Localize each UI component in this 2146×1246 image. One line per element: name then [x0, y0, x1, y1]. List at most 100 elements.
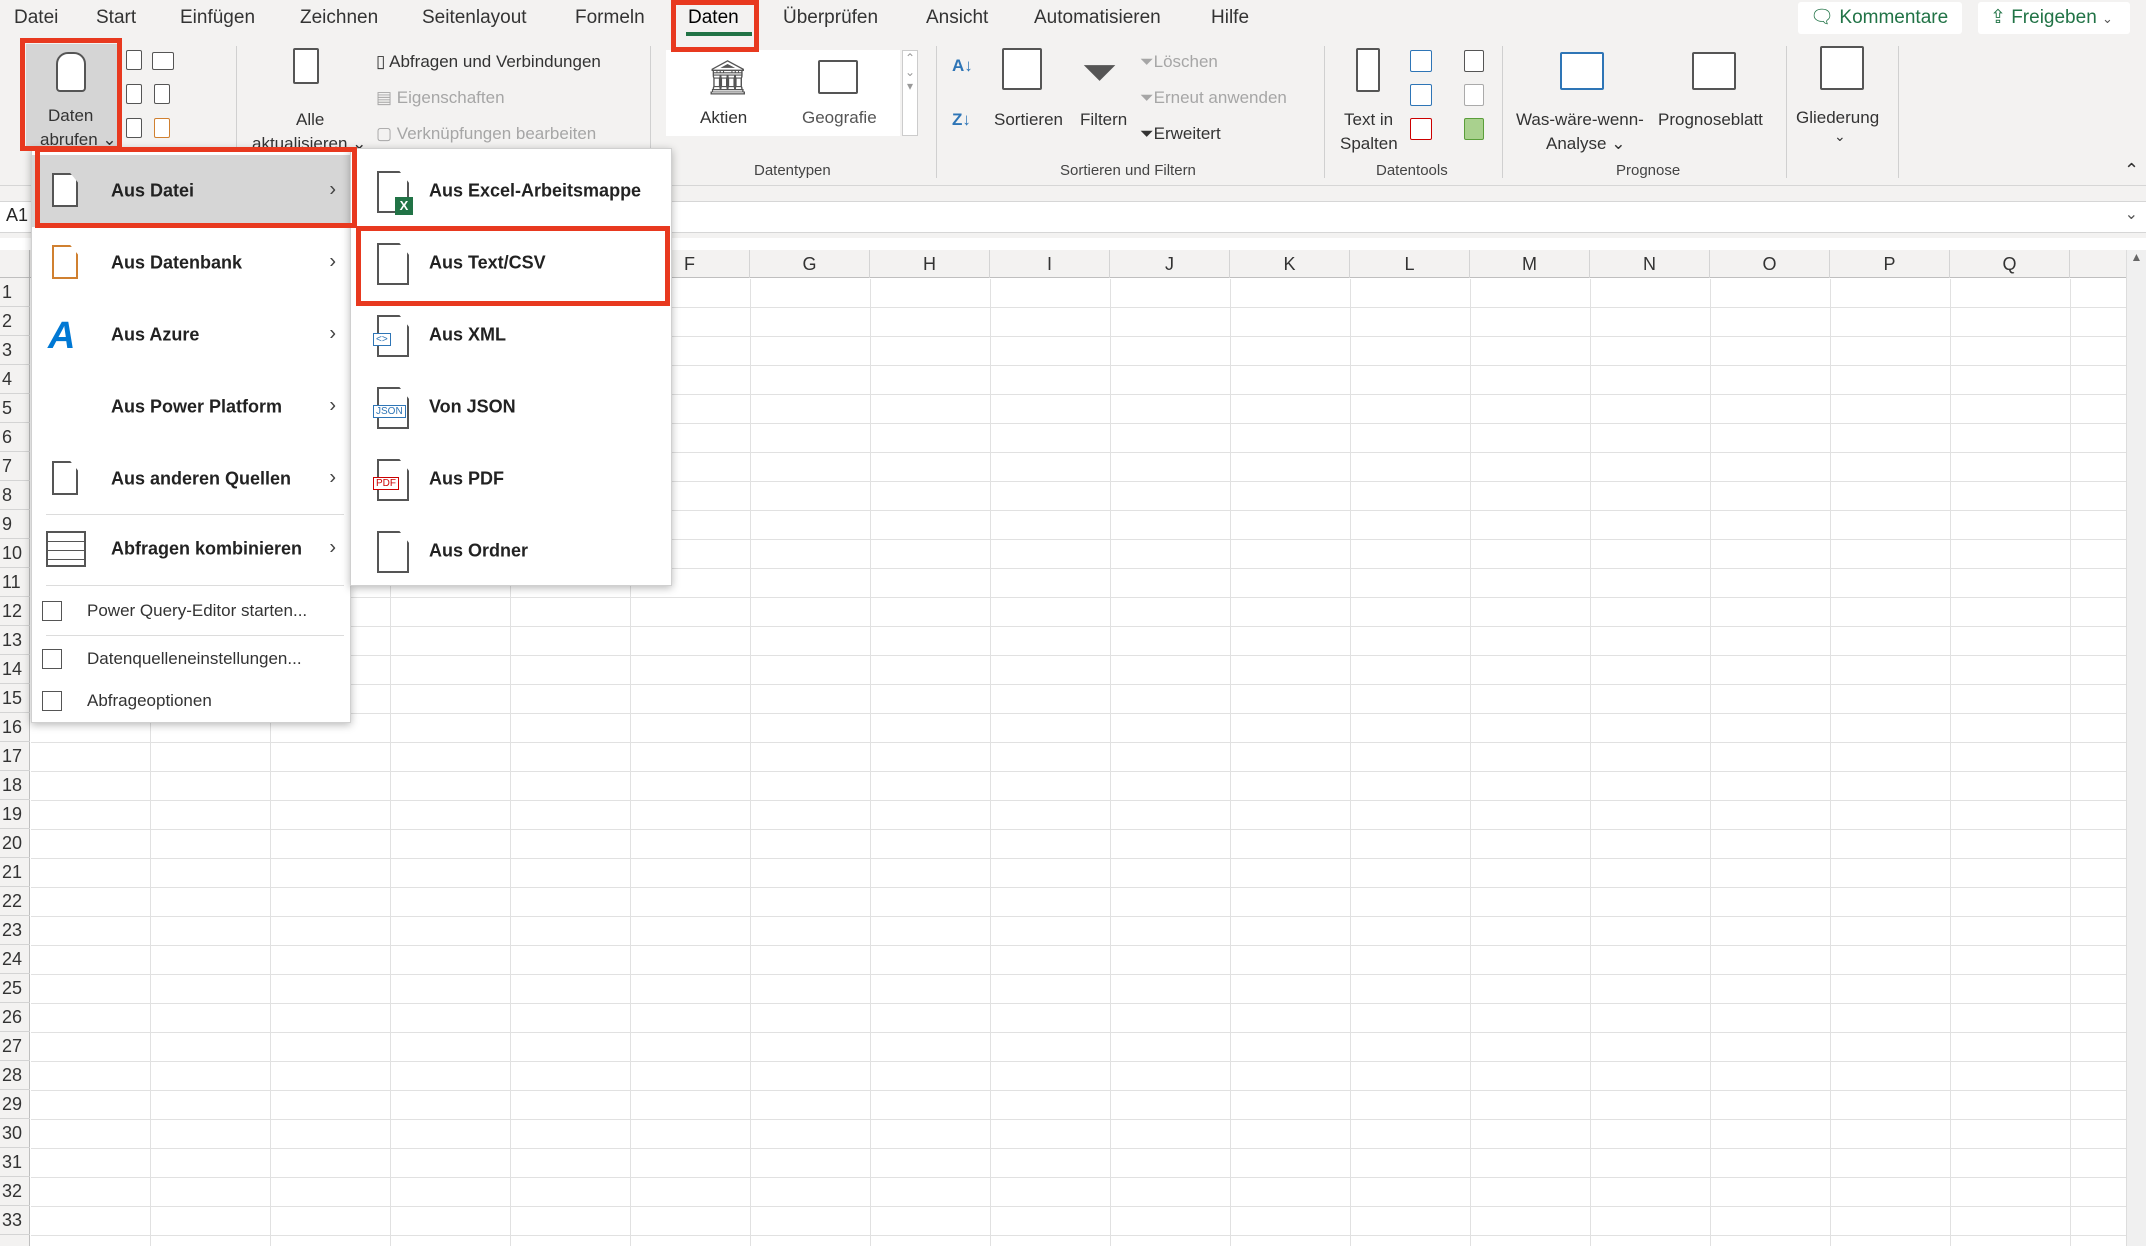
properties-button[interactable]: ▤ Eigenschaften [376, 88, 505, 108]
row-header[interactable]: 21 [0, 858, 30, 887]
submenu-item-folder[interactable]: Aus Ordner [351, 515, 671, 587]
menu-command-query-options[interactable]: Abfrageoptionen [32, 681, 350, 721]
refresh-all-button[interactable]: Alle aktualisieren ⌄ [250, 48, 370, 153]
row-header[interactable]: 14 [0, 655, 30, 684]
from-table-icon[interactable] [126, 118, 142, 138]
row-header[interactable]: 29 [0, 1090, 30, 1119]
submenu-item-pdf-file[interactable]: PDF Aus PDF [351, 443, 671, 515]
queries-connections-button[interactable]: ▯ Abfragen und Verbindungen [376, 52, 601, 72]
tab-seitenlayout[interactable]: Seitenlayout [422, 7, 527, 29]
row-header[interactable]: 11 [0, 568, 30, 597]
submenu-item-text-file[interactable]: Aus Text/CSV [351, 227, 671, 299]
row-header[interactable]: 31 [0, 1148, 30, 1177]
column-header[interactable]: I [990, 250, 1110, 278]
recent-sources-icon[interactable] [126, 84, 142, 104]
row-header[interactable]: 20 [0, 829, 30, 858]
tab-ansicht[interactable]: Ansicht [926, 7, 988, 29]
row-header[interactable]: 5 [0, 394, 30, 423]
geography-button[interactable]: Geografie [788, 56, 888, 132]
text-to-columns-button[interactable]: Text in Spalten [1336, 48, 1406, 153]
column-header[interactable]: H [870, 250, 990, 278]
remove-duplicates-icon[interactable] [1410, 84, 1432, 106]
row-header[interactable]: 26 [0, 1003, 30, 1032]
sort-az-button[interactable]: A↓ [952, 56, 973, 76]
column-header[interactable]: Q [1950, 250, 2070, 278]
advanced-filter-button[interactable]: ⏷Erweitert [1140, 124, 1221, 144]
menu-item-abfragen-kombinieren[interactable]: Abfragen kombinieren › [32, 517, 350, 581]
tab-start[interactable]: Start [96, 7, 136, 29]
edit-links-button[interactable]: ▢ Verknüpfungen bearbeiten [376, 124, 596, 144]
column-header[interactable]: L [1350, 250, 1470, 278]
row-header[interactable]: 2 [0, 307, 30, 336]
vertical-scrollbar[interactable]: ▲ [2126, 250, 2146, 1246]
name-box[interactable]: A1 [6, 205, 28, 226]
row-header[interactable]: 24 [0, 945, 30, 974]
what-if-button[interactable]: Was-wäre-wenn- Analyse ⌄ [1516, 48, 1650, 153]
row-header[interactable]: 13 [0, 626, 30, 655]
sort-za-button[interactable]: Z↓ [952, 110, 971, 130]
tab-überprüfen[interactable]: Überprüfen [783, 7, 878, 29]
submenu-item-json-file[interactable]: JSON Von JSON [351, 371, 671, 443]
tab-formeln[interactable]: Formeln [575, 7, 645, 29]
row-header[interactable]: 16 [0, 713, 30, 742]
row-header[interactable]: 32 [0, 1177, 30, 1206]
column-header[interactable]: M [1470, 250, 1590, 278]
row-header[interactable]: 27 [0, 1032, 30, 1061]
column-header[interactable]: P [1830, 250, 1950, 278]
outline-button[interactable]: Gliederung ⌄ [1796, 46, 1886, 150]
tab-zeichnen[interactable]: Zeichnen [300, 7, 378, 29]
tab-datei[interactable]: Datei [14, 7, 58, 29]
data-model-icon[interactable] [1464, 118, 1484, 140]
row-header[interactable]: 8 [0, 481, 30, 510]
consolidate-icon[interactable] [1464, 50, 1484, 72]
get-data-button[interactable]: Daten abrufen ⌄ [26, 44, 118, 149]
tab-automatisieren[interactable]: Automatisieren [1034, 7, 1161, 29]
relationships-icon[interactable] [1464, 84, 1484, 106]
tab-einfügen[interactable]: Einfügen [180, 7, 255, 29]
submenu-item-xml-file[interactable]: <> Aus XML [351, 299, 671, 371]
row-header[interactable]: 33 [0, 1206, 30, 1235]
menu-item-aus-power-platform[interactable]: Aus Power Platform › [32, 371, 350, 443]
from-web-icon[interactable] [152, 52, 174, 70]
row-header[interactable]: 18 [0, 771, 30, 800]
submenu-item-excel-file[interactable]: X Aus Excel-Arbeitsmappe [351, 155, 671, 227]
menu-command-datasource-settings[interactable]: Datenquelleneinstellungen... [32, 639, 350, 679]
row-header[interactable]: 9 [0, 510, 30, 539]
clear-filter-button[interactable]: ⏷Löschen [1140, 52, 1218, 72]
expand-formula-bar-icon[interactable]: ⌄ [2125, 204, 2138, 224]
menu-command-editor[interactable]: Power Query-Editor starten... [32, 591, 350, 631]
column-header[interactable]: J [1110, 250, 1230, 278]
row-header[interactable]: 6 [0, 423, 30, 452]
row-header[interactable]: 17 [0, 742, 30, 771]
filter-button[interactable]: ⏷ Filtern [1076, 48, 1132, 148]
tab-daten[interactable]: Daten [688, 7, 739, 29]
menu-item-aus-datenbank[interactable]: Aus Datenbank › [32, 227, 350, 299]
row-header[interactable]: 19 [0, 800, 30, 829]
row-header[interactable]: 7 [0, 452, 30, 481]
gallery-scroll[interactable]: ⌃ ⌄ ▾ [902, 50, 918, 136]
sort-button[interactable]: Sortieren [994, 48, 1063, 148]
stocks-button[interactable]: 🏛 Aktien [678, 56, 768, 132]
column-header[interactable]: O [1710, 250, 1830, 278]
row-header[interactable]: 3 [0, 336, 30, 365]
row-header[interactable]: 25 [0, 974, 30, 1003]
existing-connections-icon[interactable] [154, 84, 170, 104]
data-validation-icon[interactable] [1410, 118, 1432, 140]
share-button[interactable]: ⇪ Freigeben ⌄ [1978, 2, 2130, 34]
column-header[interactable]: N [1590, 250, 1710, 278]
tab-hilfe[interactable]: Hilfe [1211, 7, 1249, 29]
menu-item-aus-datei[interactable]: Aus Datei › [32, 155, 350, 227]
flash-fill-icon[interactable] [1410, 50, 1432, 72]
reapply-button[interactable]: ⏷Erneut anwenden [1140, 88, 1287, 108]
row-header[interactable]: 12 [0, 597, 30, 626]
row-header[interactable]: 23 [0, 916, 30, 945]
row-header[interactable]: 28 [0, 1061, 30, 1090]
select-all-button[interactable] [0, 250, 30, 278]
row-header[interactable]: 10 [0, 539, 30, 568]
column-header[interactable]: K [1230, 250, 1350, 278]
menu-item-aus-anderen-quellen[interactable]: Aus anderen Quellen › [32, 443, 350, 515]
column-header[interactable]: G [750, 250, 870, 278]
row-header[interactable]: 15 [0, 684, 30, 713]
row-header[interactable]: 22 [0, 887, 30, 916]
collapse-ribbon-icon[interactable]: ⌃ [2124, 160, 2139, 181]
